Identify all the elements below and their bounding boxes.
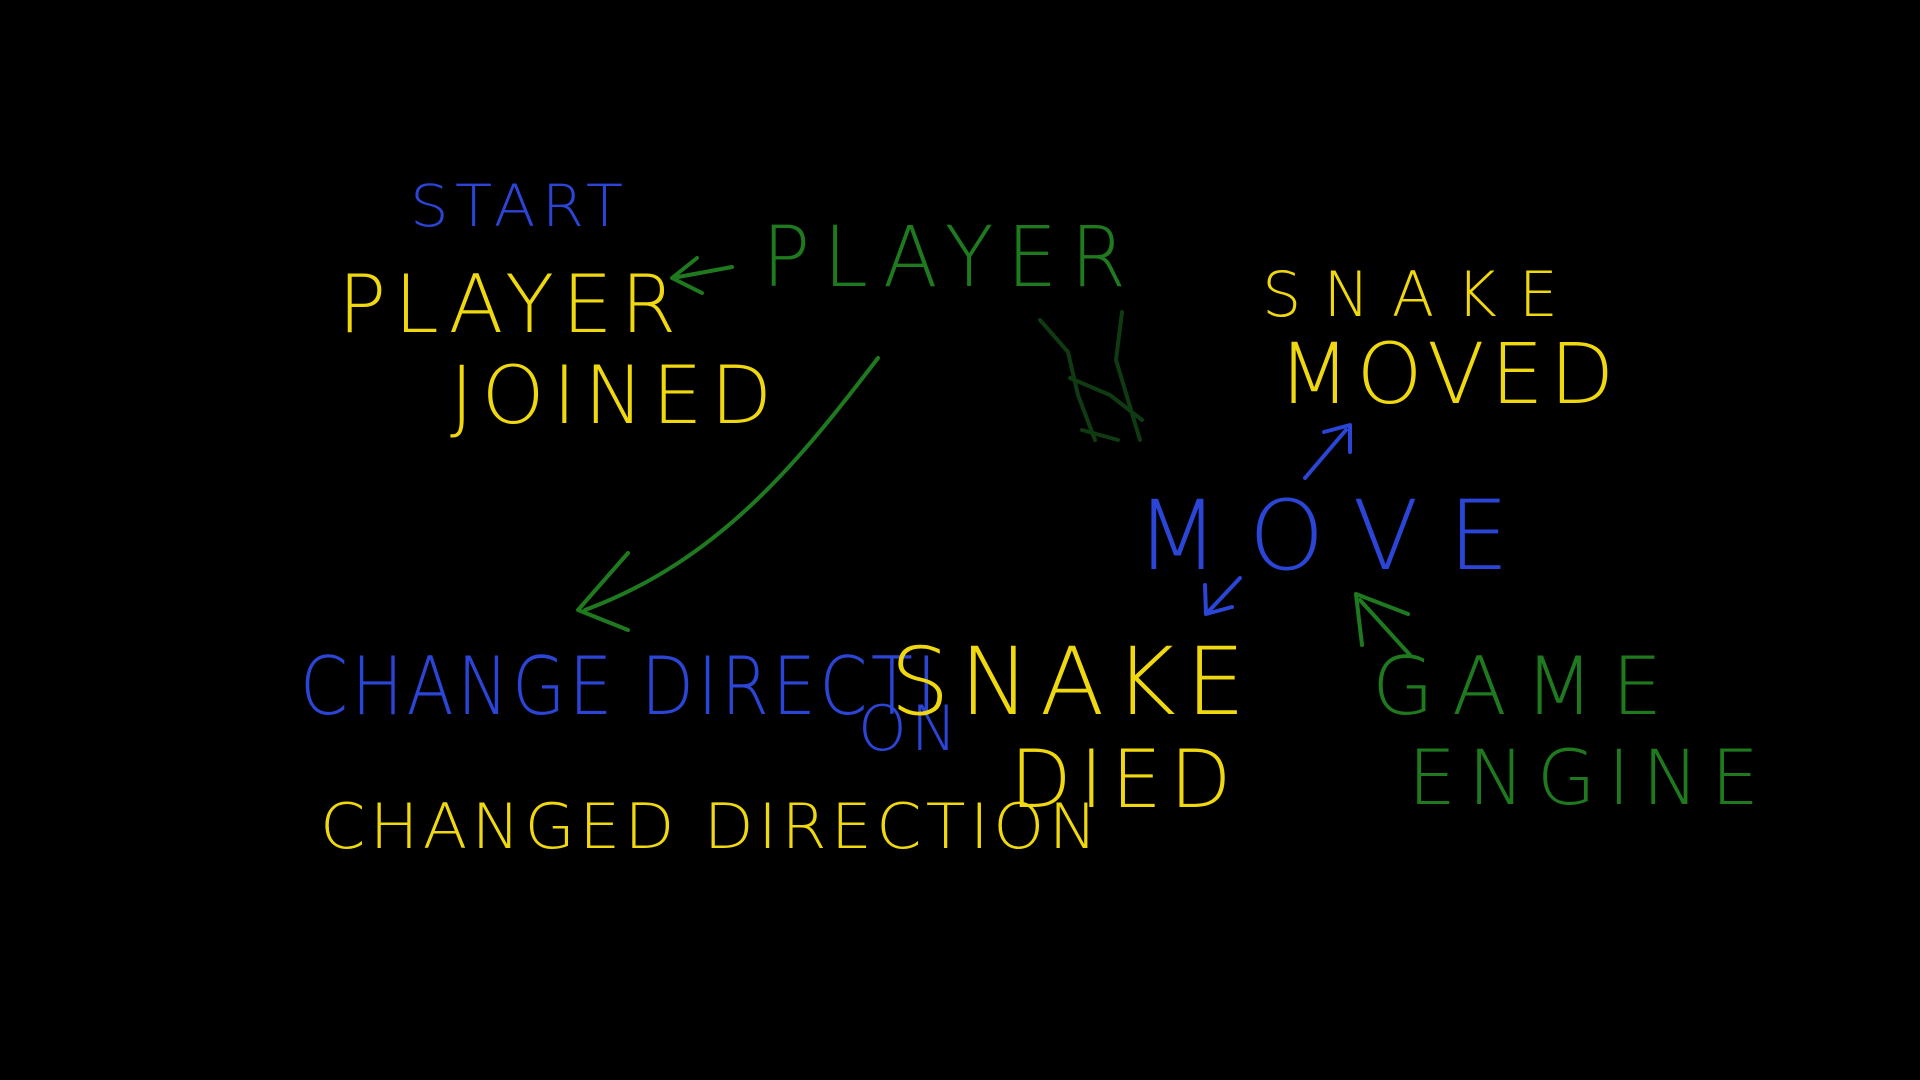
label-move: MOVE bbox=[1136, 480, 1540, 592]
label-player-joined: PLAYER JOINED bbox=[338, 258, 780, 442]
label-player: PLAYER bbox=[762, 208, 1140, 306]
snake-died-line1: SNAKE bbox=[890, 628, 1256, 737]
arrow-shaft bbox=[1303, 428, 1348, 480]
label-change-direction: CHANGE DIRECTI bbox=[300, 640, 941, 733]
label-snake-moved: SNAKE MOVED bbox=[1262, 258, 1620, 423]
scribble-stroke bbox=[1038, 310, 1144, 442]
snake-moved-line2: MOVED bbox=[1278, 325, 1621, 423]
arrows-layer bbox=[576, 256, 1412, 657]
player-joined-line1: PLAYER bbox=[338, 258, 685, 351]
label-game-engine: GAME ENGINE bbox=[1372, 640, 1771, 822]
scribble-mark bbox=[1038, 310, 1144, 442]
arrow-move-to-snake-moved bbox=[1303, 423, 1352, 480]
game-engine-line2: ENGINE bbox=[1408, 733, 1772, 822]
label-changed-direction: CHANGED DIRECTION bbox=[320, 790, 1102, 863]
arrow-head bbox=[576, 551, 630, 632]
whiteboard-canvas: START PLAYER PLAYER JOINED SNAKE MOVED M… bbox=[0, 0, 1920, 1080]
game-engine-line1: GAME bbox=[1372, 640, 1681, 733]
player-joined-line2: JOINED bbox=[450, 349, 781, 442]
snake-moved-line1: SNAKE bbox=[1262, 258, 1580, 331]
label-start: START bbox=[410, 172, 630, 240]
